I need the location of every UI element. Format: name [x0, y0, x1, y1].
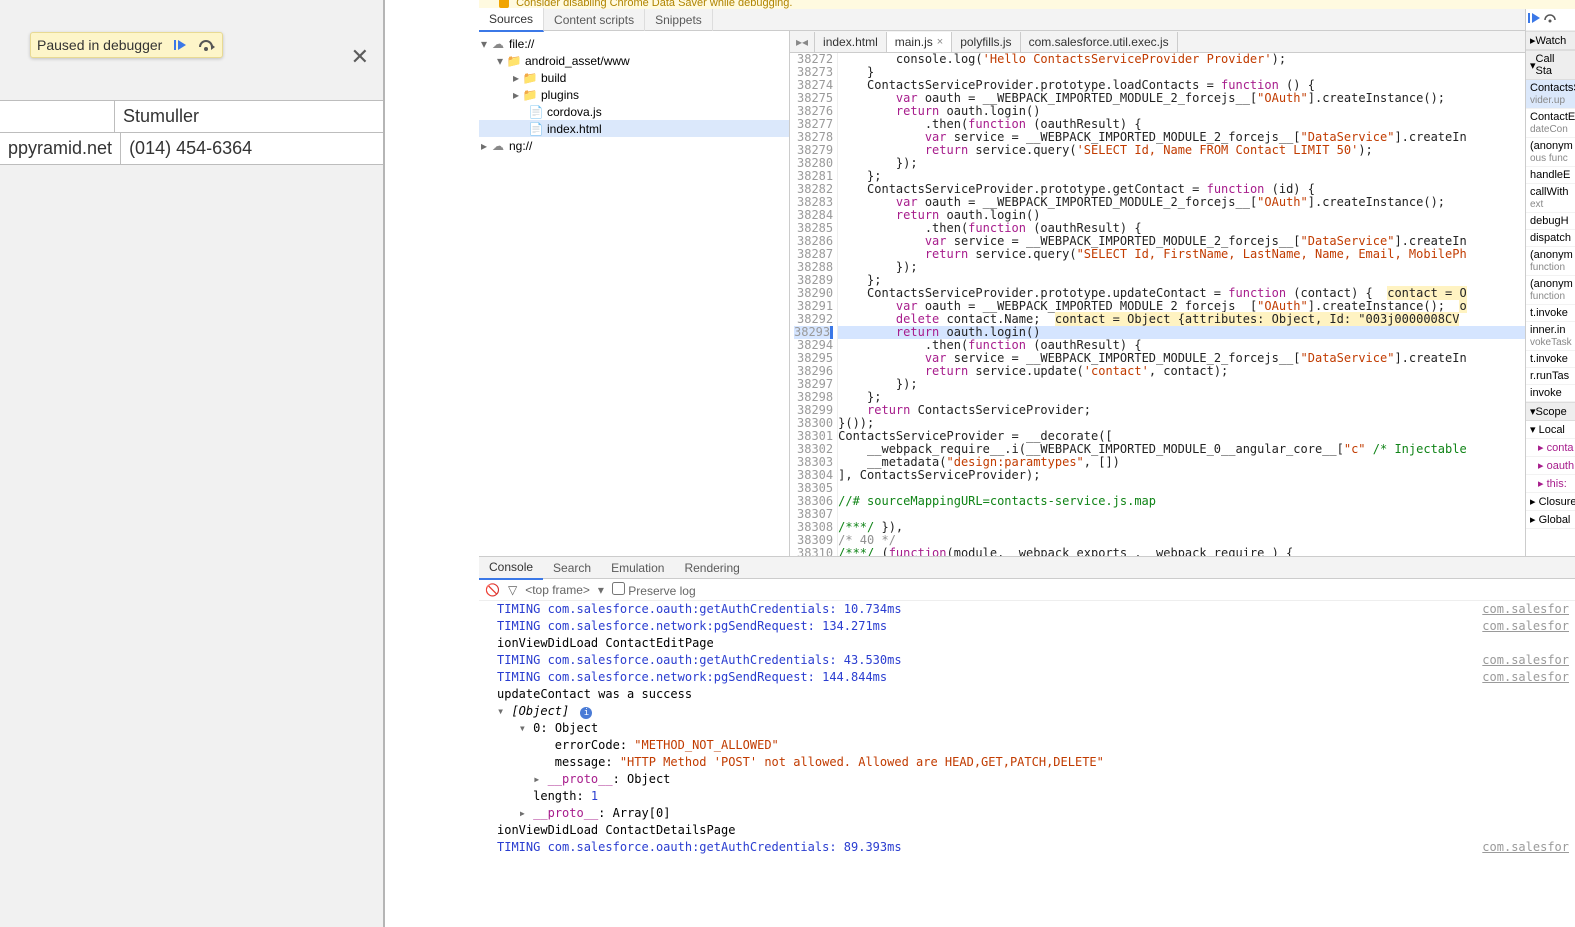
- filter-icon[interactable]: ▽: [508, 583, 517, 597]
- editor-tab-polyfills[interactable]: polyfills.js: [952, 32, 1020, 52]
- callstack-frame[interactable]: debugH: [1526, 213, 1575, 230]
- console-output[interactable]: com.salesforTIMING com.salesforce.oauth:…: [479, 601, 1575, 927]
- callstack-frame[interactable]: callWithext: [1526, 184, 1575, 213]
- debug-sidebar[interactable]: ▸ Watch ▾ Call Sta ContactsSvider.upCont…: [1525, 9, 1575, 564]
- drawer-tabs: Console Search Emulation Rendering: [479, 557, 1575, 579]
- source-link[interactable]: com.salesfor: [1482, 669, 1569, 686]
- scope-global[interactable]: ▸ Global: [1526, 511, 1575, 529]
- drawer-tab-rendering[interactable]: Rendering: [674, 557, 749, 579]
- callstack-frame[interactable]: handleE: [1526, 167, 1575, 184]
- editor-tab-index[interactable]: index.html: [815, 32, 887, 52]
- var-oauth[interactable]: ▸ oauth: [1526, 457, 1575, 475]
- tree-ng[interactable]: ▸ ☁ ng://: [479, 137, 789, 154]
- contact-email[interactable]: ppyramid.net: [0, 133, 121, 164]
- callstack-frame[interactable]: inner.invokeTask: [1526, 322, 1575, 351]
- drawer-tab-console[interactable]: Console: [479, 556, 543, 580]
- callstack-frame[interactable]: (anonymfunction: [1526, 247, 1575, 276]
- close-icon[interactable]: ✕: [351, 44, 369, 70]
- tree-folder-www[interactable]: ▾ 📁 android_asset/www: [479, 52, 789, 69]
- close-tab-icon[interactable]: ×: [937, 36, 943, 48]
- callstack-frame[interactable]: dispatch: [1526, 230, 1575, 247]
- scope-section[interactable]: ▾ Scope: [1526, 402, 1575, 421]
- source-link[interactable]: com.salesfor: [1482, 839, 1569, 856]
- tree-file-index[interactable]: 📄 index.html: [479, 120, 789, 137]
- info-icon[interactable]: i: [580, 707, 592, 719]
- html-file-icon: 📄: [529, 122, 543, 136]
- watch-section[interactable]: ▸ Watch: [1526, 31, 1575, 50]
- cloud-icon: ☁: [491, 139, 505, 153]
- callstack-frame[interactable]: ContactsSvider.up: [1526, 80, 1575, 109]
- callstack-frame[interactable]: (anonymous func: [1526, 138, 1575, 167]
- file-icon: 📄: [529, 105, 543, 119]
- editor-tab-main[interactable]: main.js×: [887, 32, 952, 52]
- callstack-frame[interactable]: r.runTas: [1526, 368, 1575, 385]
- source-link[interactable]: com.salesfor: [1482, 652, 1569, 669]
- contact-lastname[interactable]: Stumuller: [115, 101, 383, 132]
- sources-tabbar: Sources Content scripts Snippets: [479, 9, 1575, 31]
- contact-phone[interactable]: (014) 454-6364: [121, 133, 383, 164]
- tree-folder-build[interactable]: ▸ 📁 build: [479, 69, 789, 86]
- nav-dropdown-icon[interactable]: ▸◂: [790, 32, 815, 52]
- folder-icon: 📁: [507, 54, 521, 68]
- var-contact[interactable]: ▸ conta: [1526, 439, 1575, 457]
- callstack-frame[interactable]: t.invoke: [1526, 305, 1575, 322]
- paused-text: Paused in debugger: [37, 37, 162, 53]
- frame-selector[interactable]: <top frame>: [525, 583, 590, 597]
- resume-icon[interactable]: [172, 37, 188, 53]
- editor-tabs: ▸◂ index.html main.js× polyfills.js com.…: [790, 31, 1574, 53]
- callstack-frame[interactable]: ContactEddateCon: [1526, 109, 1575, 138]
- step-over-icon[interactable]: [1544, 12, 1558, 27]
- scope-closure[interactable]: ▸ Closure: [1526, 493, 1575, 511]
- tree-folder-plugins[interactable]: ▸ 📁 plugins: [479, 86, 789, 103]
- drawer-tab-search[interactable]: Search: [543, 557, 601, 579]
- step-over-icon[interactable]: [198, 37, 216, 53]
- paused-in-debugger-banner: Paused in debugger: [30, 32, 223, 58]
- callstack-section[interactable]: ▾ Call Sta: [1526, 50, 1575, 80]
- preserve-log-checkbox[interactable]: Preserve log: [612, 582, 696, 598]
- contact-cell[interactable]: [0, 101, 115, 132]
- mobile-app-panel: ct ✕ Stumuller ppyramid.net (014) 454-63…: [0, 0, 385, 927]
- source-link[interactable]: com.salesfor: [1482, 618, 1569, 635]
- resume-icon[interactable]: [1528, 12, 1540, 27]
- folder-icon: 📁: [523, 88, 537, 102]
- source-link[interactable]: com.salesfor: [1482, 601, 1569, 618]
- drawer: Console Search Emulation Rendering 🚫 ▽ <…: [479, 556, 1575, 927]
- callstack-frame[interactable]: t.invoke: [1526, 351, 1575, 368]
- drawer-tab-emulation[interactable]: Emulation: [601, 557, 674, 579]
- folder-icon: 📁: [523, 71, 537, 85]
- var-this[interactable]: ▸ this:: [1526, 475, 1575, 493]
- tab-snippets[interactable]: Snippets: [645, 9, 713, 31]
- tab-sources[interactable]: Sources: [479, 8, 544, 32]
- clear-console-icon[interactable]: 🚫: [485, 583, 500, 597]
- tree-file-cordova[interactable]: 📄 cordova.js: [479, 103, 789, 120]
- editor-tab-exec[interactable]: com.salesforce.util.exec.js: [1021, 32, 1178, 52]
- callstack-frame[interactable]: invoke: [1526, 385, 1575, 402]
- console-toolbar: 🚫 ▽ <top frame> ▾ Preserve log: [479, 579, 1575, 601]
- callstack-frame[interactable]: (anonymfunction: [1526, 276, 1575, 305]
- tree-root[interactable]: ▾ ☁ file://: [479, 35, 789, 52]
- tab-content-scripts[interactable]: Content scripts: [544, 9, 645, 31]
- cloud-icon: ☁: [491, 37, 505, 51]
- scope-local[interactable]: ▾ Local: [1526, 421, 1575, 439]
